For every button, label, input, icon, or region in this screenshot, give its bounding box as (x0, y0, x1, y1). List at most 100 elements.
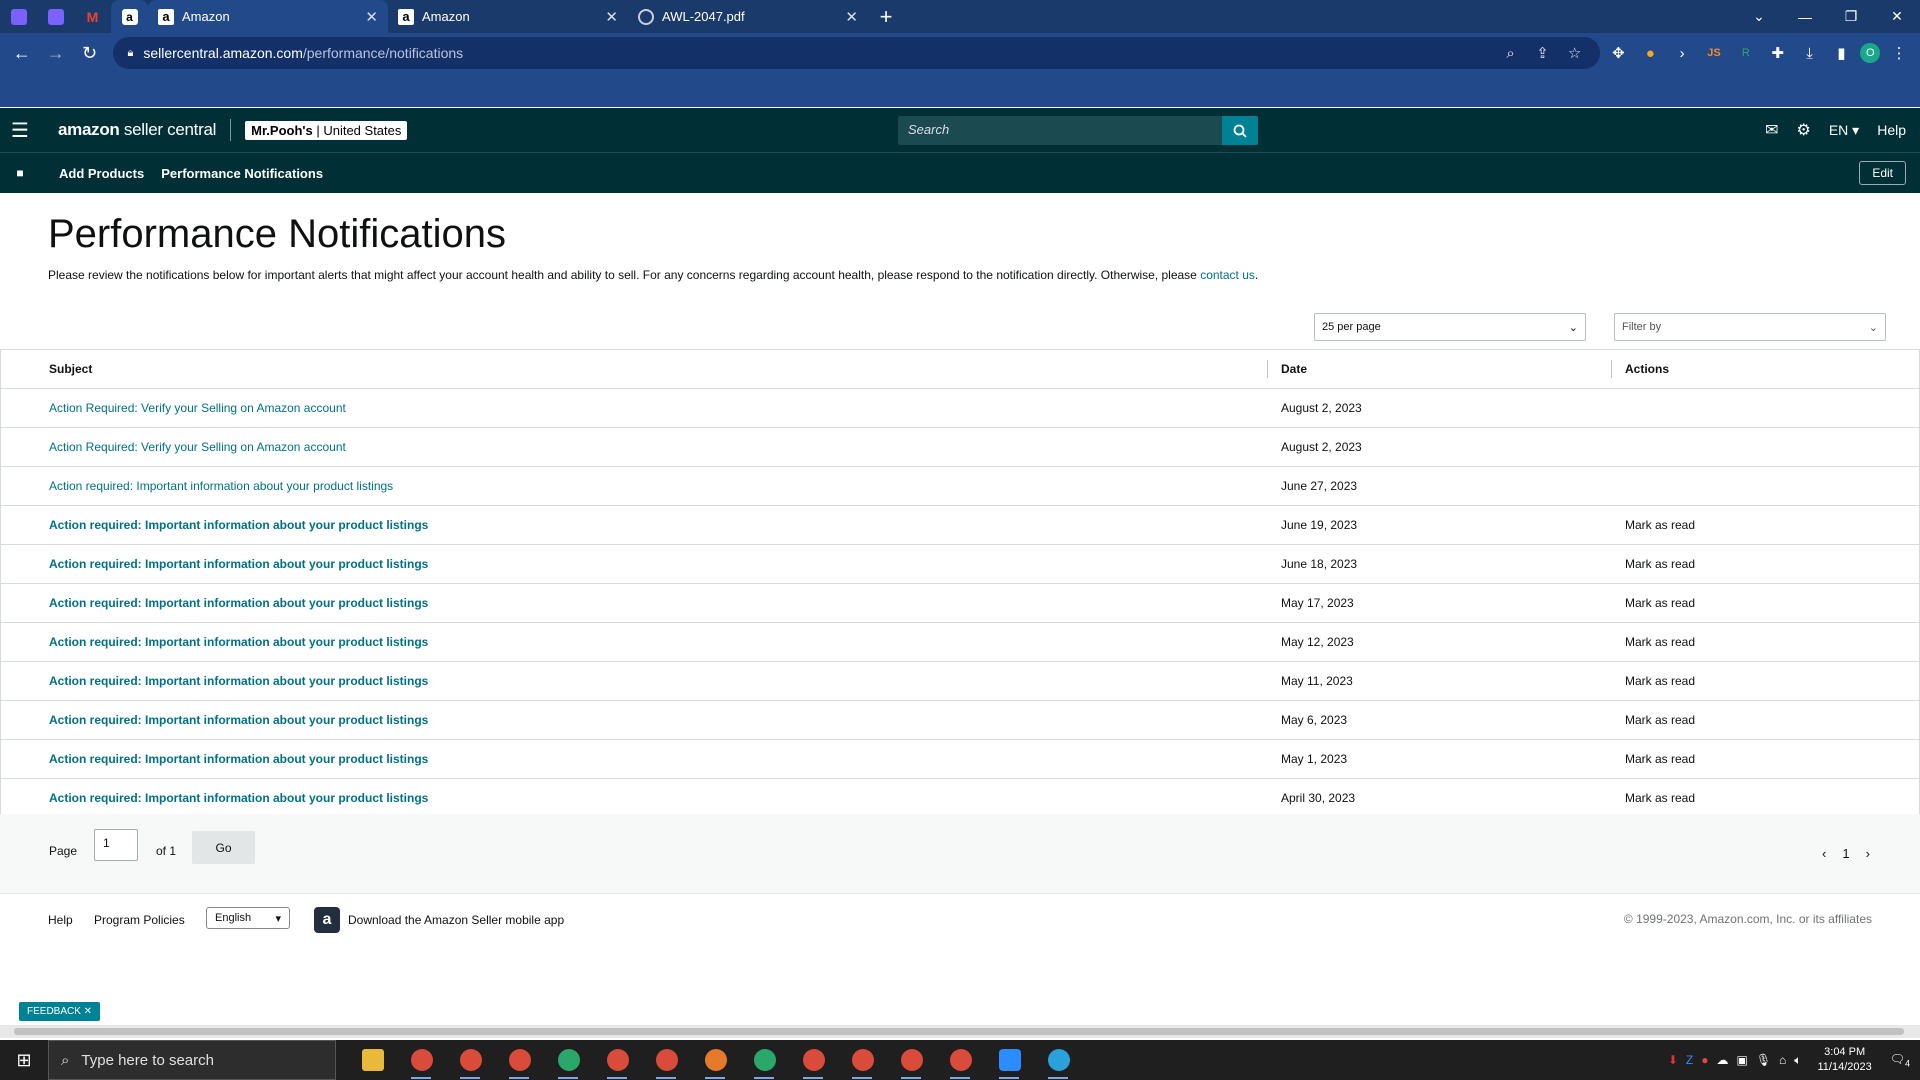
mark-as-read-link[interactable]: Mark as read (1625, 713, 1695, 727)
tray-app-icon[interactable]: ▣ (1736, 1053, 1747, 1067)
chrome-icon[interactable] (544, 1040, 593, 1080)
bookmark-star-icon[interactable]: ☆ (1564, 44, 1586, 62)
telegram-icon[interactable] (1034, 1040, 1083, 1080)
forward-icon[interactable]: → (42, 39, 70, 67)
browser-tab[interactable]: a Amazon ✕ (148, 0, 388, 33)
network-icon[interactable]: ☁ (1716, 1053, 1728, 1067)
browser-tab[interactable]: AWL-2047.pdf ✕ (628, 0, 868, 33)
footer-help-link[interactable]: Help (48, 913, 73, 927)
store-switcher[interactable]: Mr.Pooh's | United States (245, 120, 408, 140)
mark-as-read-link[interactable]: Mark as read (1625, 518, 1695, 532)
pinned-tab[interactable] (0, 0, 37, 33)
search-button[interactable] (1222, 116, 1258, 145)
browser-menu-icon[interactable]: ⋮ (1886, 40, 1912, 66)
close-tab-icon[interactable]: ✕ (845, 8, 858, 26)
chrome-icon[interactable] (789, 1040, 838, 1080)
chrome-icon[interactable] (740, 1040, 789, 1080)
seller-central-logo[interactable]: amazon seller central (58, 120, 216, 140)
zoom-app-icon[interactable] (985, 1040, 1034, 1080)
footer-language-select[interactable]: English ▾ (206, 907, 290, 929)
chrome-icon[interactable] (887, 1040, 936, 1080)
subnav-add-products[interactable]: Add Products (59, 166, 144, 181)
help-link[interactable]: Help (1877, 122, 1906, 138)
hamburger-menu-icon[interactable]: ☰ (0, 118, 40, 143)
mail-icon[interactable]: ✉ (1765, 120, 1778, 140)
back-icon[interactable]: ← (8, 39, 36, 67)
search-input[interactable]: Search (898, 116, 1222, 145)
share-icon[interactable]: ⇪ (1532, 44, 1554, 62)
tab-search-icon[interactable]: ⌄ (1736, 0, 1782, 33)
close-window-button[interactable]: ✕ (1874, 0, 1920, 33)
mark-as-read-link[interactable]: Mark as read (1625, 752, 1695, 766)
pinned-tab-gmail[interactable]: M (74, 0, 111, 33)
notification-subject-link[interactable]: Action required: Important information a… (49, 752, 428, 766)
chrome-icon[interactable] (838, 1040, 887, 1080)
chrome-icon[interactable] (642, 1040, 691, 1080)
program-policies-link[interactable]: Program Policies (94, 913, 185, 927)
profile-avatar[interactable]: O (1860, 43, 1881, 63)
mark-as-read-link[interactable]: Mark as read (1625, 635, 1695, 649)
mark-as-read-link[interactable]: Mark as read (1625, 791, 1695, 805)
wifi-icon[interactable]: ⌂ (1779, 1053, 1786, 1067)
mark-as-read-link[interactable]: Mark as read (1625, 596, 1695, 610)
extensions-puzzle-icon[interactable]: ✚ (1765, 40, 1791, 66)
chrome-tray-icon[interactable]: ● (1701, 1053, 1708, 1067)
notification-subject-link[interactable]: Action required: Important information a… (49, 518, 428, 532)
notification-subject-link[interactable]: Action required: Important information a… (49, 791, 428, 805)
file-explorer-icon[interactable] (348, 1040, 397, 1080)
minimize-button[interactable]: — (1782, 0, 1828, 33)
chrome-icon[interactable] (936, 1040, 985, 1080)
notification-subject-link[interactable]: Action Required: Verify your Selling on … (49, 440, 346, 454)
notification-subject-link[interactable]: Action required: Important information a… (49, 596, 428, 610)
microphone-icon[interactable]: 🎙︎ (1756, 1053, 1771, 1067)
extension-icon[interactable]: JS (1701, 40, 1727, 66)
new-tab-button[interactable]: + (868, 4, 904, 30)
page-number-input[interactable]: 1 (94, 829, 138, 861)
mark-as-read-link[interactable]: Mark as read (1625, 674, 1695, 688)
notification-subject-link[interactable]: Action required: Important information a… (49, 674, 428, 688)
pinned-tab-amazon[interactable]: a (111, 0, 148, 33)
notification-subject-link[interactable]: Action required: Important information a… (49, 479, 393, 493)
address-bar[interactable]: 🔒︎ sellercentral.amazon.com/performance/… (113, 37, 1600, 69)
browser-tab[interactable]: a Amazon ✕ (388, 0, 628, 33)
zoom-tray-icon[interactable]: Z (1686, 1053, 1693, 1067)
notification-subject-link[interactable]: Action Required: Verify your Selling on … (49, 401, 346, 415)
windows-start-icon[interactable]: ⊞ (0, 1040, 48, 1080)
notification-subject-link[interactable]: Action required: Important information a… (49, 557, 428, 571)
extension-icon[interactable]: R (1733, 40, 1759, 66)
gear-icon[interactable]: ⚙ (1796, 120, 1810, 140)
scrollbar-thumb[interactable] (14, 1028, 1904, 1035)
chrome-icon[interactable] (593, 1040, 642, 1080)
chrome-icon[interactable] (446, 1040, 495, 1080)
extension-icon[interactable]: ● (1637, 40, 1663, 66)
edit-button[interactable]: Edit (1859, 161, 1906, 185)
column-header-date[interactable]: Date (1267, 350, 1611, 388)
chevron-left-icon[interactable]: ‹ (1822, 846, 1826, 861)
mark-as-read-link[interactable]: Mark as read (1625, 557, 1695, 571)
close-tab-icon[interactable]: ✕ (605, 8, 618, 26)
language-selector[interactable]: EN ▾ (1829, 122, 1859, 139)
contact-us-link[interactable]: contact us (1200, 268, 1255, 282)
pinned-tab[interactable] (37, 0, 74, 33)
notification-subject-link[interactable]: Action required: Important information a… (49, 713, 428, 727)
clock[interactable]: 3:04 PM 11/14/2023 (1818, 1045, 1872, 1075)
chrome-icon[interactable] (691, 1040, 740, 1080)
chrome-icon[interactable] (495, 1040, 544, 1080)
chevron-right-icon[interactable]: › (1866, 846, 1870, 861)
extension-icon[interactable]: ✥ (1606, 40, 1632, 66)
notification-subject-link[interactable]: Action required: Important information a… (49, 635, 428, 649)
volume-icon[interactable]: 🔈︎ (1794, 1053, 1801, 1068)
close-tab-icon[interactable]: ✕ (365, 8, 378, 26)
chrome-icon[interactable] (397, 1040, 446, 1080)
per-page-select[interactable]: 25 per page ⌄ (1314, 313, 1586, 341)
zoom-icon[interactable]: ⌕ (1500, 45, 1522, 62)
subnav-performance-notifications[interactable]: Performance Notifications (161, 166, 323, 181)
tray-app-icon[interactable]: ⬇ (1668, 1053, 1678, 1067)
filter-select[interactable]: Filter by ⌄ (1614, 313, 1886, 341)
restore-button[interactable]: ❐ (1828, 0, 1874, 33)
download-app-link[interactable]: a Download the Amazon Seller mobile app (314, 907, 564, 933)
extension-icon[interactable]: › (1669, 40, 1695, 66)
notification-center-icon[interactable]: 🗨︎4 (1890, 1052, 1910, 1068)
reload-icon[interactable]: ↻ (76, 39, 104, 67)
horizontal-scrollbar[interactable] (0, 1025, 1920, 1038)
